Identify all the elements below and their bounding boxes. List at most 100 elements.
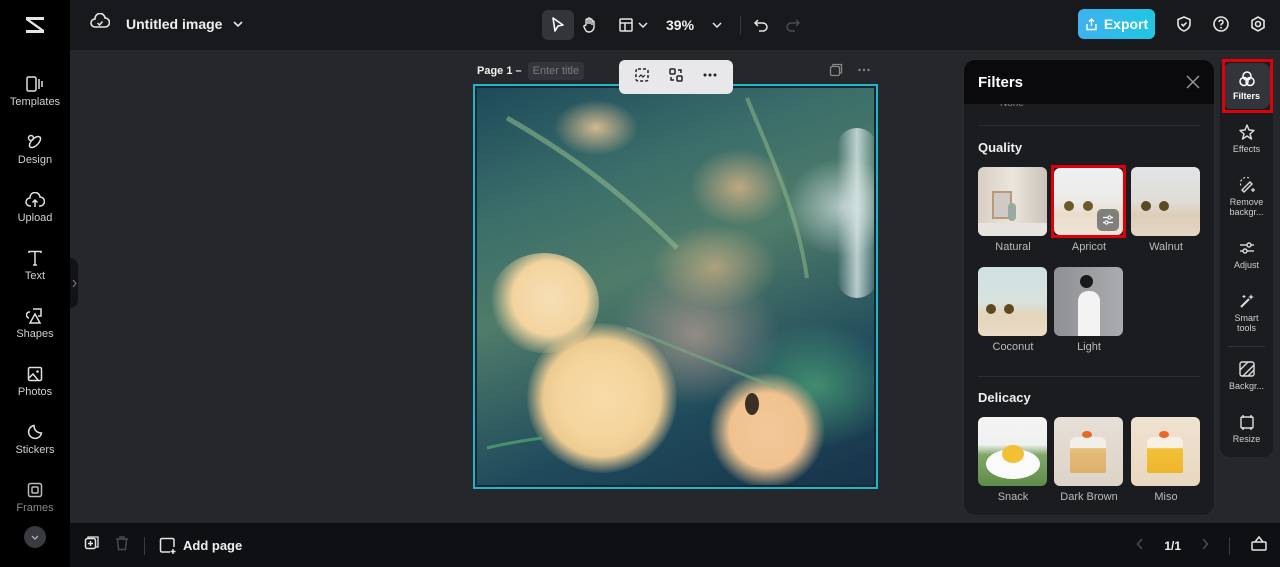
zoom-level[interactable]: 39%: [666, 17, 694, 33]
cake-shape: [1070, 437, 1106, 473]
sidebar-item-frames[interactable]: Frames: [0, 482, 70, 532]
settings-button[interactable]: [1239, 9, 1276, 39]
more-options-icon[interactable]: [857, 63, 871, 77]
sidebar-label: Photos: [17, 386, 53, 398]
cloud-sync-icon[interactable]: [90, 12, 111, 34]
rail-label: Smart tools: [1234, 313, 1259, 333]
sidebar-item-stickers[interactable]: Stickers: [0, 424, 70, 474]
photos-icon: [27, 366, 43, 382]
capcut-logo[interactable]: [0, 0, 70, 50]
divider: [144, 536, 145, 555]
filters-panel-header: Filters: [964, 60, 1214, 104]
topping-shape: [1082, 431, 1092, 438]
canvas-page[interactable]: [473, 84, 878, 489]
rail-divider: [1228, 346, 1265, 347]
sliders-icon: [1103, 215, 1113, 225]
filter-label: Miso: [1154, 491, 1178, 503]
filter-label: Walnut: [1149, 241, 1183, 253]
duplicate-page-icon[interactable]: [829, 63, 843, 77]
rail-item-adjust[interactable]: Adjust: [1220, 239, 1273, 270]
palm-shape: [986, 304, 996, 314]
filter-label: Natural: [995, 241, 1031, 253]
rail-item-smart-tools[interactable]: Smart tools: [1220, 292, 1273, 333]
rail-label: Adjust: [1233, 260, 1259, 270]
security-button[interactable]: [1165, 9, 1202, 39]
undo-button[interactable]: [745, 10, 777, 40]
sidebar-item-design[interactable]: Design: [0, 134, 70, 184]
section-title-delicacy: Delicacy: [978, 390, 1031, 405]
chevron-right-icon: [72, 279, 77, 287]
sidebar-item-shapes[interactable]: Shapes: [0, 308, 70, 358]
previous-page-button[interactable]: [1136, 537, 1144, 555]
sidebar-label: Templates: [9, 96, 61, 108]
sidebar-item-upload[interactable]: Upload: [0, 192, 70, 242]
sidebar-item-text[interactable]: Text: [0, 250, 70, 300]
shield-check-icon: [1176, 16, 1191, 32]
page-manager-button[interactable]: [1250, 535, 1268, 556]
bottom-bar: Add page 1/1: [70, 522, 1280, 567]
document-title[interactable]: Untitled image: [126, 16, 222, 32]
help-button[interactable]: [1202, 9, 1239, 39]
stems-overlay: [486, 97, 809, 450]
chevron-down-icon: [638, 22, 648, 28]
layout-dropdown-button[interactable]: [614, 10, 652, 40]
more-options-icon[interactable]: [702, 67, 718, 88]
filter-thumb-coconut[interactable]: [978, 267, 1047, 336]
duplicate-page-button[interactable]: [84, 535, 100, 556]
body-shape: [1078, 291, 1100, 336]
page-title-input[interactable]: Enter title: [527, 62, 585, 80]
filter-thumb-dark-brown[interactable]: [1054, 417, 1123, 486]
close-icon[interactable]: [1186, 75, 1200, 89]
chevron-down-icon[interactable]: [232, 15, 244, 33]
rail-item-background[interactable]: Backgr...: [1220, 360, 1273, 391]
add-page-button[interactable]: Add page: [159, 537, 242, 555]
redo-button[interactable]: [777, 10, 809, 40]
filter-thumb-light[interactable]: [1054, 267, 1123, 336]
replace-icon[interactable]: [668, 67, 684, 88]
filter-thumb-apricot[interactable]: [1054, 168, 1123, 235]
export-button[interactable]: Export: [1078, 9, 1155, 39]
next-page-button[interactable]: [1201, 537, 1209, 555]
more-tools-button[interactable]: [24, 526, 46, 548]
head-shape: [1080, 275, 1093, 288]
collapse-panel-toggle[interactable]: [70, 258, 78, 308]
select-tool-button[interactable]: [542, 10, 574, 40]
filter-thumb-snack[interactable]: [978, 417, 1047, 486]
section-divider: [978, 125, 1200, 126]
section-title-quality: Quality: [978, 140, 1023, 155]
sidebar-label: Design: [17, 154, 53, 166]
flower-photo[interactable]: [477, 88, 874, 485]
text-icon: [28, 250, 42, 266]
rail-item-resize[interactable]: Resize: [1220, 413, 1273, 444]
palm-shape: [1004, 304, 1014, 314]
filter-thumb-miso[interactable]: [1131, 417, 1200, 486]
rail-item-effects[interactable]: Effects: [1220, 123, 1273, 154]
filter-thumb-natural[interactable]: [978, 167, 1047, 236]
sidebar-label: Upload: [17, 212, 53, 224]
rail-label: Resize: [1232, 434, 1261, 444]
smart-wand-icon: [1239, 294, 1254, 308]
rail-item-remove-background[interactable]: Remove backgr...: [1220, 176, 1273, 217]
zoom-dropdown-chevron-icon[interactable]: [712, 22, 722, 28]
effects-star-icon: [1238, 124, 1255, 140]
gear-icon: [1250, 16, 1265, 32]
divider: [740, 16, 742, 34]
chevron-left-icon: [1136, 537, 1143, 550]
filter-label: Snack: [997, 491, 1029, 503]
pages-panel-icon: [1251, 535, 1267, 551]
sidebar-item-templates[interactable]: Templates: [0, 76, 70, 126]
upload-icon: [25, 192, 45, 207]
adjust-filter-button[interactable]: [1097, 209, 1119, 231]
filter-thumb-walnut[interactable]: [1131, 167, 1200, 236]
sidebar-item-photos[interactable]: Photos: [0, 366, 70, 416]
filters-panel-title: Filters: [978, 73, 1024, 91]
filters-panel: Filters None Quality Natural Apricot: [963, 59, 1215, 516]
design-icon: [27, 134, 42, 149]
filter-label: Apricot: [1071, 241, 1107, 253]
divider: [1229, 536, 1230, 555]
hand-tool-button[interactable]: [574, 10, 606, 40]
shapes-icon: [26, 308, 42, 324]
crop-select-icon[interactable]: [634, 67, 650, 88]
delete-page-button[interactable]: [114, 535, 130, 556]
left-sidebar: Templates Design Upload Text Shapes Phot…: [0, 50, 70, 567]
